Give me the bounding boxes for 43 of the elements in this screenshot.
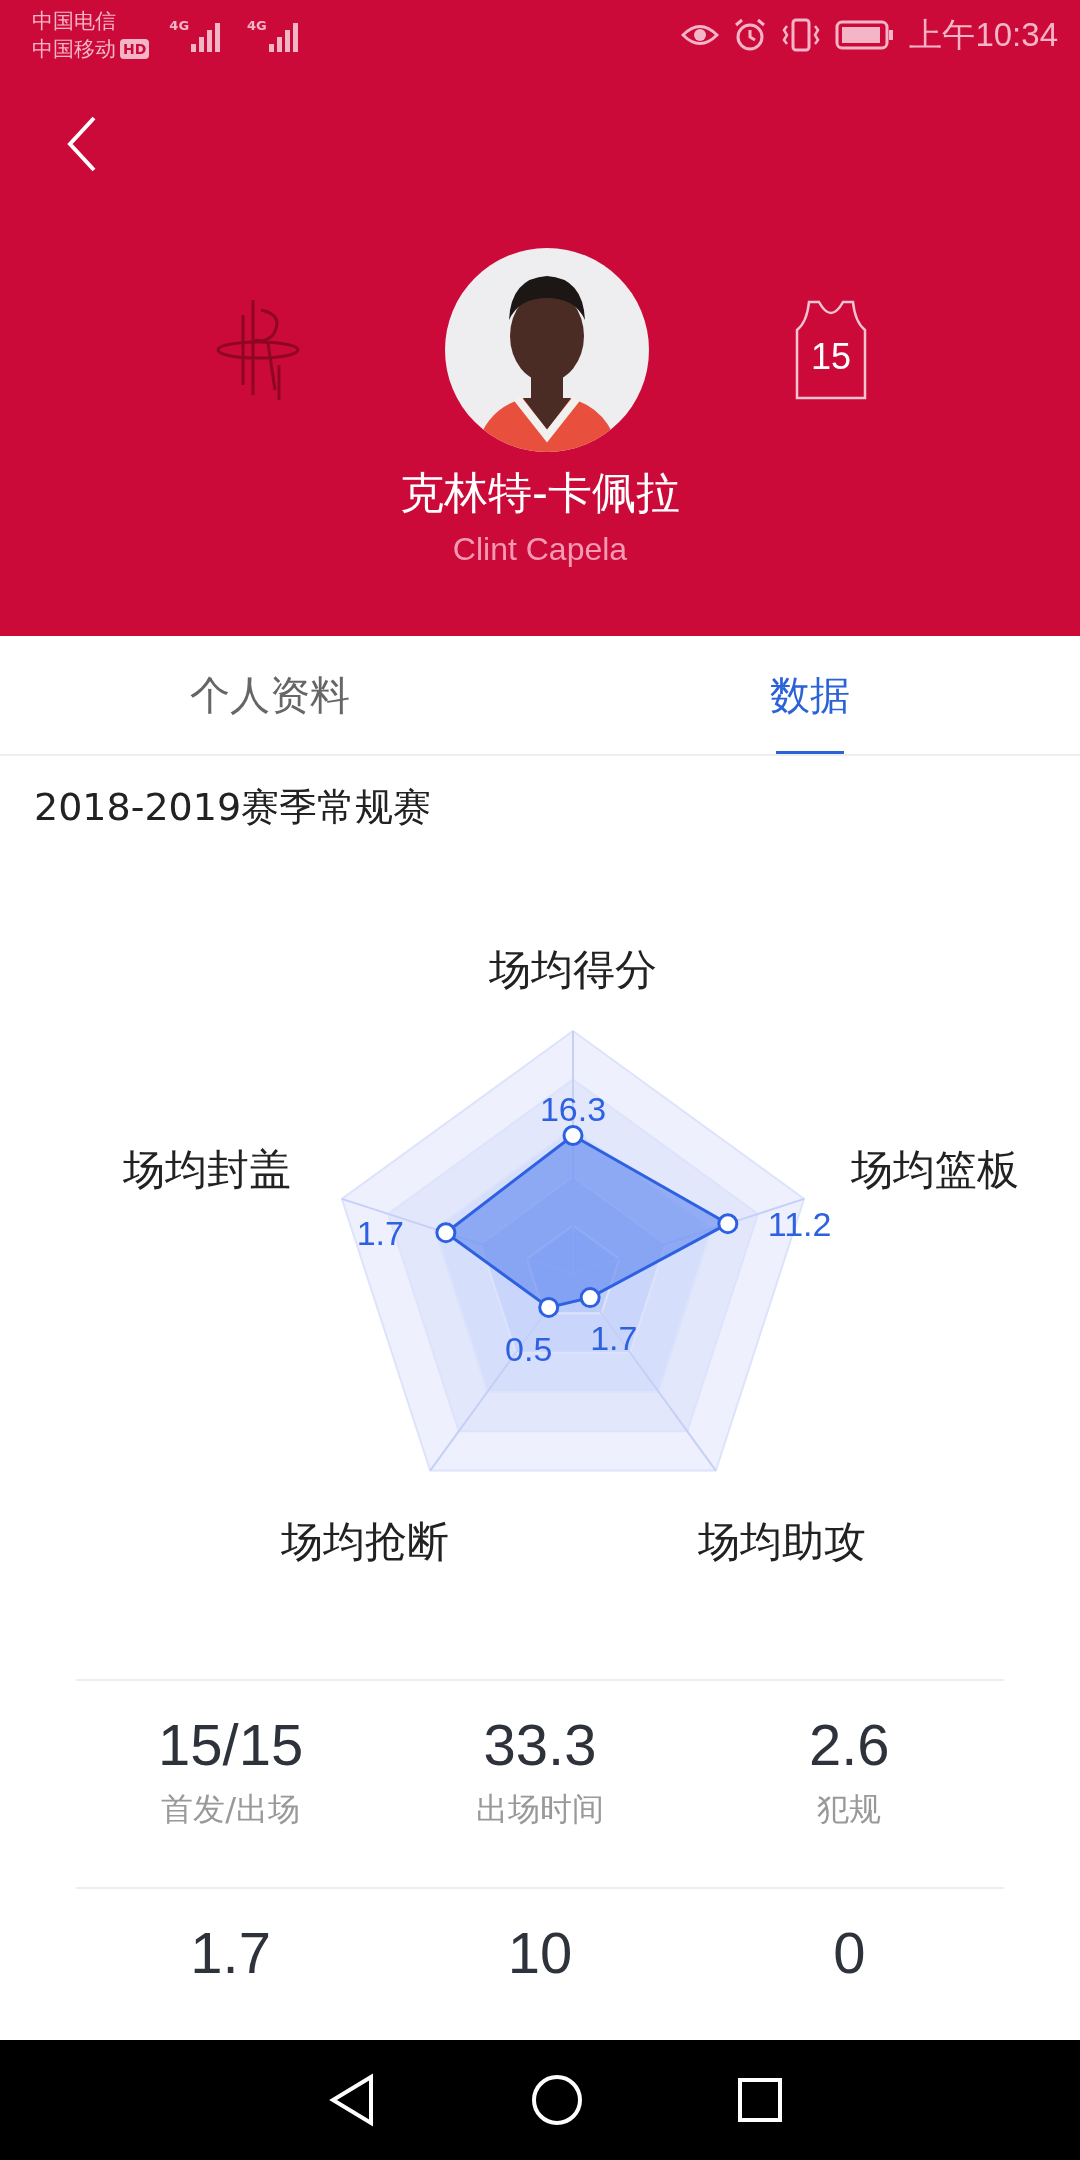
player-english-name: Clint Capela xyxy=(452,531,628,568)
axis-label: 场均抢断 xyxy=(281,1517,449,1566)
axis-label: 场均封盖 xyxy=(123,1145,291,1194)
home-icon[interactable] xyxy=(530,2073,584,2127)
carrier-name: 中国电信 xyxy=(32,8,117,35)
tab[interactable]: 数据 xyxy=(540,636,1080,754)
axis-label: 场均助攻 xyxy=(698,1517,866,1566)
stat-value: 33.3 xyxy=(483,1711,597,1778)
stat-value: 1.7 xyxy=(190,1919,271,1986)
stat-value: 15/15 xyxy=(158,1711,304,1778)
data-point xyxy=(538,1296,560,1318)
data-point xyxy=(579,1287,601,1309)
data-value: 0.5 xyxy=(505,1330,553,1369)
eye-icon xyxy=(681,22,720,48)
jersey-number: 15 xyxy=(809,336,852,378)
stat-value: 10 xyxy=(507,1919,573,1986)
hd-badge: HD xyxy=(120,39,150,59)
clock-time: 上午10:34 xyxy=(909,14,1058,55)
data-value: 11.2 xyxy=(767,1204,832,1243)
data-point xyxy=(717,1213,739,1235)
section-title: 2018-2019赛季常规赛 xyxy=(33,784,433,831)
stat-label: 首发/出场 xyxy=(161,1789,301,1830)
network-type: 4G xyxy=(247,18,267,33)
battery-icon xyxy=(835,20,896,50)
jersey-icon xyxy=(795,300,867,400)
axis-label: 场均篮板 xyxy=(851,1145,1019,1194)
stat-label: 出场时间 xyxy=(476,1789,604,1830)
player-name: 克林特-卡佩拉 xyxy=(400,466,680,520)
stat-value: 2.6 xyxy=(809,1711,890,1778)
data-value: 16.3 xyxy=(539,1090,607,1129)
carrier-name: 中国移动 xyxy=(32,36,116,63)
stat-value: 0 xyxy=(833,1919,866,1986)
network-type: 4G xyxy=(169,18,190,33)
tab[interactable]: 个人资料 xyxy=(0,636,540,754)
data-point xyxy=(435,1222,457,1244)
data-point xyxy=(562,1125,584,1146)
axis-label: 场均得分 xyxy=(489,945,657,994)
alarm-icon xyxy=(733,18,768,52)
stat-label: 犯规 xyxy=(817,1789,882,1830)
vibrate-icon xyxy=(781,18,822,52)
recents-icon[interactable] xyxy=(737,2077,784,2123)
data-value: 1.7 xyxy=(590,1318,638,1357)
data-value: 1.7 xyxy=(356,1213,404,1252)
